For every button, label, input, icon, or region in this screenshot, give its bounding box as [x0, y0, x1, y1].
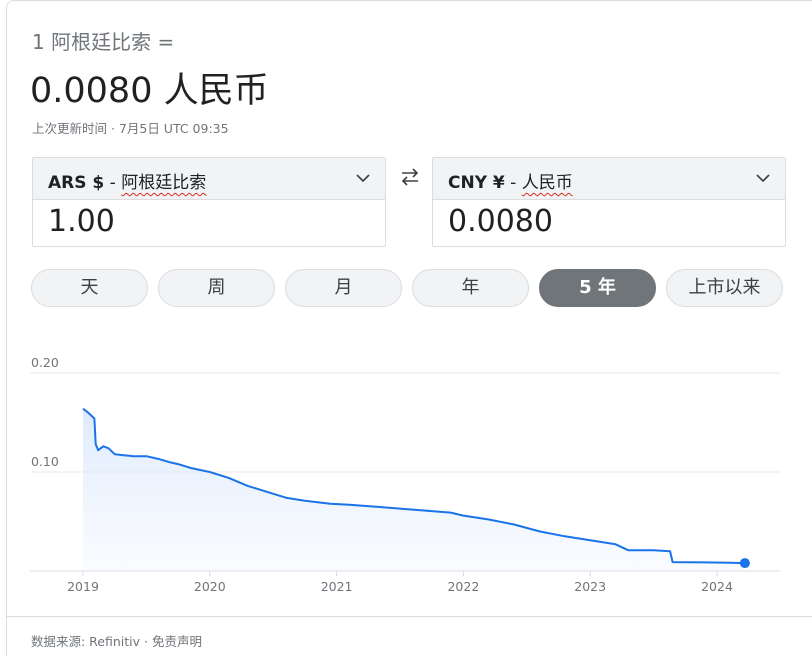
- to-currency-select[interactable]: CNY ¥ - 人民币: [433, 158, 785, 200]
- from-amount-input[interactable]: 1.00: [48, 204, 115, 239]
- x-tick-label: 2023: [574, 579, 606, 594]
- tab-year[interactable]: 年: [412, 269, 529, 307]
- x-tick-label: 2020: [194, 579, 226, 594]
- from-currency-label: ARS $ - 阿根廷比索: [48, 173, 207, 193]
- chevron-down-icon: [356, 174, 370, 183]
- area-fill: [83, 408, 745, 571]
- from-currency-select[interactable]: ARS $ - 阿根廷比索: [33, 158, 385, 200]
- to-currency-label: CNY ¥ - 人民币: [448, 173, 573, 193]
- tab-max[interactable]: 上市以来: [666, 269, 783, 307]
- footer-separator: ·: [140, 634, 152, 649]
- last-updated-timestamp: 上次更新时间 · 7月5日 UTC 09:35: [32, 121, 229, 136]
- from-currency-box: ARS $ - 阿根廷比索 1.00: [32, 157, 386, 247]
- tab-5-years[interactable]: 5 年: [539, 269, 656, 307]
- footer-divider: [6, 616, 812, 617]
- x-tick-label: 2019: [67, 579, 99, 594]
- chevron-down-icon: [756, 174, 770, 183]
- tab-week[interactable]: 周: [158, 269, 275, 307]
- y-tick-label: 0.10: [31, 454, 59, 469]
- disclaimer-link[interactable]: 免责声明: [152, 634, 202, 649]
- x-tick-label: 2024: [701, 579, 733, 594]
- footer: 数据来源: Refinitiv · 免责声明: [31, 631, 202, 650]
- latest-point-marker: [739, 558, 750, 569]
- exchange-rate-chart[interactable]: 0.10 0.20 2019 2020 2021 2022 2023 2024: [0, 340, 812, 600]
- x-tick-label: 2021: [321, 579, 353, 594]
- y-tick-label: 0.20: [31, 355, 59, 370]
- tab-month[interactable]: 月: [285, 269, 402, 307]
- swap-horiz-arrows-icon[interactable]: [399, 166, 421, 188]
- tab-day[interactable]: 天: [31, 269, 148, 307]
- data-source-text: 数据来源: Refinitiv: [31, 634, 141, 649]
- conversion-result: 0.0080 人民币: [30, 71, 269, 111]
- x-tick-label: 2022: [447, 579, 479, 594]
- to-amount-input[interactable]: 0.0080: [448, 204, 553, 239]
- to-currency-box: CNY ¥ - 人民币 0.0080: [432, 157, 786, 247]
- from-amount-line: 1 阿根廷比索 =: [32, 30, 175, 54]
